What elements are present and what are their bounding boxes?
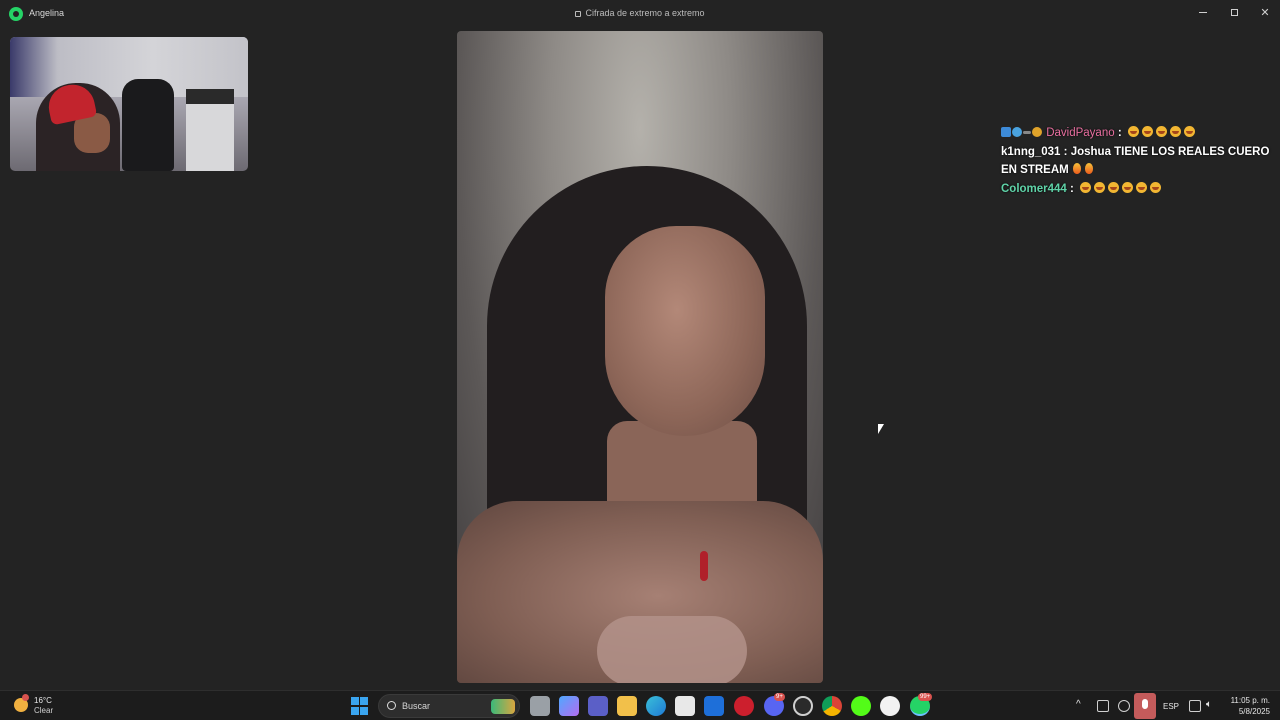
file-explorer-icon[interactable] xyxy=(617,696,637,716)
security-app-icon[interactable] xyxy=(704,696,724,716)
remote-video-face xyxy=(605,226,765,436)
search-placeholder: Buscar xyxy=(402,701,431,711)
chat-username: k1nng_031 xyxy=(1001,146,1061,158)
encryption-label: Cifrada de extremo a extremo xyxy=(585,8,705,18)
windows-logo-icon xyxy=(351,697,359,705)
whatsapp-taskbar-icon[interactable]: 99+ xyxy=(910,693,933,716)
start-button[interactable] xyxy=(350,696,370,716)
steam-icon[interactable] xyxy=(793,696,813,716)
discord-notification-badge: 9+ xyxy=(774,693,785,701)
chat-message: DavidPayano : xyxy=(1001,124,1277,142)
weather-condition: Clear xyxy=(34,706,54,715)
mouse-cursor-icon xyxy=(878,424,884,434)
show-hidden-icons-chevron-icon[interactable]: ^ xyxy=(1076,699,1081,710)
chat-badge-icon xyxy=(1023,131,1031,134)
search-icon xyxy=(387,701,396,710)
remote-video-pendant xyxy=(700,551,708,581)
network-icon[interactable] xyxy=(1189,700,1201,712)
chat-badge-icon xyxy=(1001,127,1011,137)
fire-emoji-icon xyxy=(1072,163,1081,174)
maximize-icon xyxy=(1230,8,1238,16)
kick-app-icon[interactable] xyxy=(851,696,871,716)
weather-temperature: 16°C xyxy=(34,696,52,705)
minimize-icon xyxy=(1199,11,1207,13)
windows-logo-icon xyxy=(360,706,368,715)
sync-icon[interactable] xyxy=(1118,700,1130,712)
microphone-in-use-icon[interactable] xyxy=(1134,693,1156,719)
search-highlight-icon xyxy=(491,699,515,714)
laughing-emoji-icon xyxy=(1155,126,1167,137)
self-video-shelf xyxy=(186,89,234,171)
chatgpt-icon[interactable] xyxy=(880,696,900,716)
remote-video-hand xyxy=(597,616,747,683)
chat-separator: : xyxy=(1070,183,1074,195)
chrome-browser-icon[interactable] xyxy=(822,696,842,716)
encryption-notice: Cifrada de extremo a extremo xyxy=(0,8,1280,18)
laughing-emoji-icon xyxy=(1122,182,1134,193)
laughing-emoji-icon xyxy=(1183,126,1195,137)
clock-date: 5/8/2025 xyxy=(1238,707,1270,716)
maximize-button[interactable] xyxy=(1218,0,1250,24)
whatsapp-notification-badge: 99+ xyxy=(918,693,933,701)
taskbar-search-box[interactable]: Buscar xyxy=(378,694,520,718)
task-view-icon[interactable] xyxy=(530,696,550,716)
weather-widget[interactable]: 16°C Clear xyxy=(14,694,84,718)
windows-taskbar: 16°C Clear Buscar 9+ 99+ ^ ESP 🔈︎ 11:05 … xyxy=(0,690,1280,720)
stream-chat-overlay: DavidPayano : k1nng_031 : Joshua TIENE L… xyxy=(1001,124,1277,199)
onedrive-icon[interactable] xyxy=(1097,700,1109,712)
weather-alert-badge xyxy=(22,694,29,701)
lock-icon xyxy=(575,11,582,17)
copilot-icon[interactable] xyxy=(559,696,579,716)
chat-separator: : xyxy=(1117,127,1122,139)
title-bar: Angelina Cifrada de extremo a extremo ✕ xyxy=(0,0,1280,28)
close-icon: ✕ xyxy=(1260,6,1270,19)
chat-message: k1nng_031 : Joshua TIENE LOS REALES CUER… xyxy=(1001,143,1277,179)
laughing-emoji-icon xyxy=(1080,182,1092,193)
chat-separator: : xyxy=(1063,146,1068,158)
chat-badge-icon xyxy=(1012,127,1022,137)
system-clock[interactable]: 11:05 p. m. 5/8/2025 xyxy=(1226,695,1270,717)
laughing-emoji-icon xyxy=(1108,182,1120,193)
fire-emoji-icon xyxy=(1084,163,1093,174)
minimize-button[interactable] xyxy=(1187,0,1219,24)
chat-username: DavidPayano xyxy=(1046,127,1115,139)
whatsapp-call-window: Angelina Cifrada de extremo a extremo ✕ … xyxy=(0,0,1280,690)
remote-video-feed[interactable] xyxy=(457,31,823,683)
laughing-emoji-icon xyxy=(1127,126,1139,137)
opera-browser-icon[interactable] xyxy=(734,696,754,716)
windows-logo-icon xyxy=(351,706,359,715)
clock-time: 11:05 p. m. xyxy=(1230,696,1270,705)
laughing-emoji-icon xyxy=(1094,182,1106,193)
windows-logo-icon xyxy=(360,697,368,705)
laughing-emoji-icon xyxy=(1141,126,1153,137)
self-video-chair xyxy=(122,79,174,171)
self-video-preview[interactable] xyxy=(10,37,248,171)
chat-username: Colomer444 xyxy=(1001,183,1067,195)
language-indicator[interactable]: ESP xyxy=(1163,702,1179,711)
chat-message: Colomer444 : xyxy=(1001,180,1277,198)
chat-badge-icon xyxy=(1032,127,1042,137)
discord-icon[interactable]: 9+ xyxy=(764,693,785,716)
laughing-emoji-icon xyxy=(1150,182,1162,193)
volume-icon[interactable]: 🔈︎ xyxy=(1206,699,1212,710)
teams-icon[interactable] xyxy=(588,696,608,716)
laughing-emoji-icon xyxy=(1136,182,1148,193)
edge-browser-icon[interactable] xyxy=(646,696,666,716)
laughing-emoji-icon xyxy=(1169,126,1181,137)
close-button[interactable]: ✕ xyxy=(1249,0,1280,24)
microsoft-store-icon[interactable] xyxy=(675,696,695,716)
